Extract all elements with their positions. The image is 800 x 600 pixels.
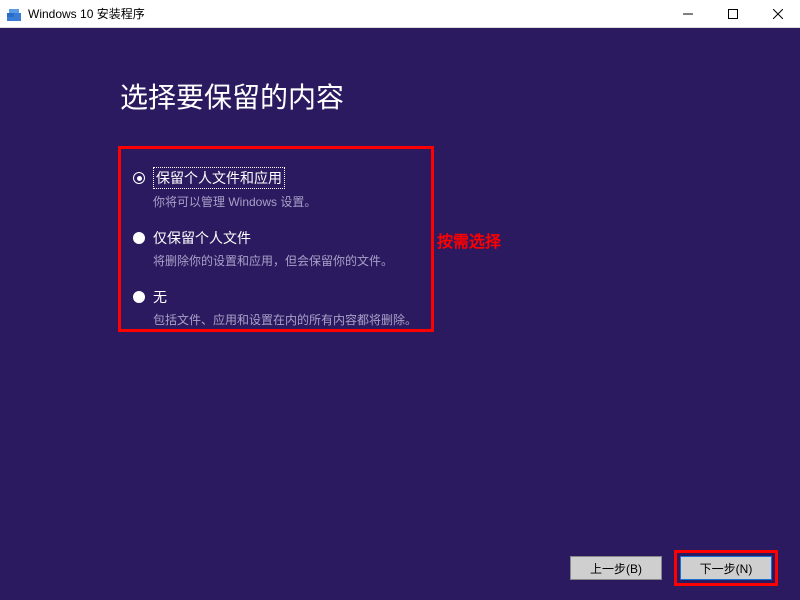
next-button-highlight: 下一步(N) [674,550,778,586]
next-button[interactable]: 下一步(N) [680,556,772,580]
maximize-button[interactable] [710,0,755,27]
window-title: Windows 10 安装程序 [28,5,665,22]
window-controls [665,0,800,27]
option-nothing[interactable]: 无 包括文件、应用和设置在内的所有内容都将删除。 [133,287,419,328]
option-desc: 包括文件、应用和设置在内的所有内容都将删除。 [153,311,419,328]
annotation-text: 按需选择 [437,228,501,252]
back-button[interactable]: 上一步(B) [570,556,662,580]
option-desc: 你将可以管理 Windows 设置。 [153,193,419,210]
option-label: 保留个人文件和应用 [153,167,285,189]
app-icon [6,6,22,22]
option-label: 仅保留个人文件 [153,228,251,248]
option-keep-files-apps[interactable]: 保留个人文件和应用 你将可以管理 Windows 设置。 [133,167,419,210]
page-heading: 选择要保留的内容 [120,76,344,116]
options-highlight-box: 保留个人文件和应用 你将可以管理 Windows 设置。 仅保留个人文件 将删除… [118,146,434,332]
option-desc: 将删除你的设置和应用，但会保留你的文件。 [153,252,419,269]
radio-icon[interactable] [133,291,145,303]
radio-icon[interactable] [133,172,145,184]
option-label: 无 [153,287,167,307]
footer-buttons: 上一步(B) 下一步(N) [570,550,778,586]
option-keep-files-only[interactable]: 仅保留个人文件 将删除你的设置和应用，但会保留你的文件。 [133,228,419,269]
close-button[interactable] [755,0,800,27]
titlebar: Windows 10 安装程序 [0,0,800,28]
radio-icon[interactable] [133,232,145,244]
minimize-button[interactable] [665,0,710,27]
setup-content: 选择要保留的内容 保留个人文件和应用 你将可以管理 Windows 设置。 仅保… [0,28,800,600]
